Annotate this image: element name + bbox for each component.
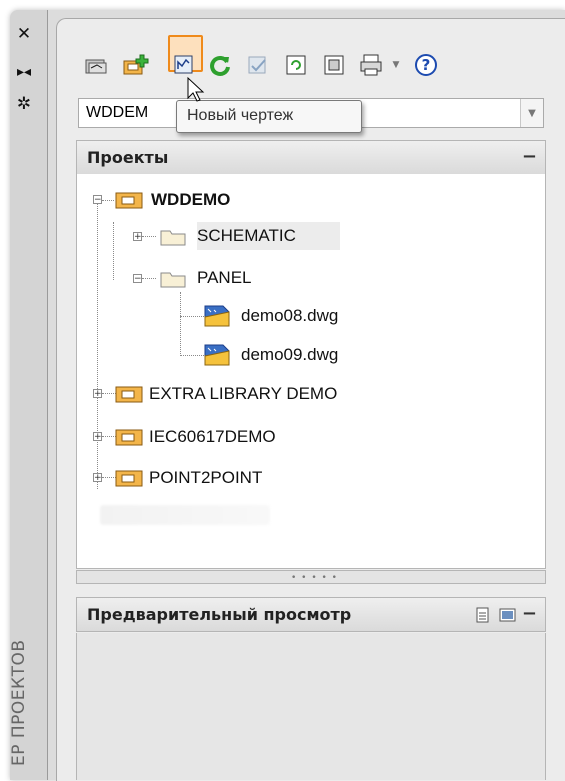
tree-node-folder[interactable]: PANEL	[159, 265, 252, 291]
project-icon	[115, 386, 143, 403]
drawing-file-icon	[204, 344, 230, 366]
drawing-list-report-icon	[324, 55, 344, 75]
expand-toggle[interactable]: +	[93, 389, 102, 399]
tree-connector	[180, 355, 204, 356]
tree-connector	[142, 278, 156, 279]
projects-panel-header[interactable]: Проекты −	[76, 140, 546, 175]
collapse-toggle[interactable]: −	[133, 274, 142, 284]
folder-icon	[160, 272, 186, 288]
tree-connector	[102, 393, 116, 394]
project-icon	[115, 470, 143, 487]
help-icon: ?	[415, 54, 437, 76]
update-button[interactable]	[244, 50, 272, 80]
tree-node-label: SCHEMATIC	[197, 226, 296, 245]
tree-connector	[180, 316, 204, 317]
open-project-icon	[85, 59, 107, 74]
drawing-file-icon	[204, 305, 230, 327]
refresh-button[interactable]	[206, 50, 234, 80]
folder-icon	[160, 230, 186, 246]
open-project-button[interactable]	[82, 50, 110, 80]
tree-node-label: demo09.dwg	[241, 345, 339, 364]
projects-collapse-button[interactable]: −	[522, 146, 537, 167]
tree-node-project[interactable]: IEC60617DEMO	[115, 424, 276, 450]
details-view-icon[interactable]	[475, 607, 491, 623]
expand-toggle[interactable]: +	[93, 473, 102, 483]
properties-icon[interactable]: ✲	[15, 96, 33, 113]
tree-connector	[97, 199, 98, 489]
tree-connector	[102, 200, 114, 201]
new-project-icon	[123, 54, 149, 75]
refresh-icon	[210, 56, 230, 76]
cursor-icon	[187, 76, 205, 102]
close-icon[interactable]: ✕	[15, 26, 33, 43]
tree-connector	[102, 477, 116, 478]
tree-connector	[142, 236, 156, 237]
project-selector-value: WDDEM	[86, 104, 149, 121]
preview-collapse-button[interactable]: −	[522, 603, 537, 624]
chevron-down-icon[interactable]: ▼	[520, 99, 543, 127]
tree-node-label: demo08.dwg	[241, 306, 339, 325]
drag-ghost	[100, 505, 270, 525]
tree-connector	[113, 222, 114, 280]
auto-hide-icon[interactable]: ▸◂	[15, 64, 33, 81]
project-icon	[115, 429, 143, 446]
update-icon	[248, 56, 266, 74]
tree-node-folder[interactable]: SCHEMATIC	[159, 223, 296, 249]
preview-panel-header[interactable]: Предварительный просмотр −	[76, 597, 546, 632]
tooltip-text: Новый чертеж	[187, 107, 294, 124]
tooltip: Новый чертеж	[176, 100, 362, 133]
plot-button[interactable]	[358, 50, 386, 80]
tree-connector	[102, 436, 116, 437]
preview-panel-title: Предварительный просмотр	[87, 605, 352, 624]
tree-node-label: PANEL	[197, 268, 252, 287]
preview-area	[76, 633, 546, 780]
tree-connector	[180, 292, 181, 356]
new-drawing-icon	[174, 55, 193, 74]
collapse-toggle[interactable]: −	[93, 195, 102, 205]
project-icon	[115, 192, 143, 209]
tree-node-label: EXTRA LIBRARY DEMO	[149, 384, 338, 403]
tree-node-drawing[interactable]: demo08.dwg	[203, 303, 338, 329]
tree-node-label: WDDEMO	[151, 190, 231, 209]
new-project-button[interactable]	[122, 50, 150, 80]
help-button[interactable]: ?	[412, 50, 440, 80]
tree-node-project[interactable]: EXTRA LIBRARY DEMO	[115, 381, 337, 407]
palette-title: ЕР ПРОЕКТОВ	[9, 639, 29, 766]
plot-icon	[360, 54, 382, 76]
thumbnail-view-icon[interactable]	[499, 607, 517, 623]
drawing-list-report-button[interactable]	[320, 50, 348, 80]
expand-toggle[interactable]: +	[93, 432, 102, 442]
tree-node-label: POINT2POINT	[149, 468, 263, 487]
project-properties-icon	[286, 55, 306, 75]
expand-toggle[interactable]: +	[133, 232, 142, 242]
project-properties-button[interactable]	[282, 50, 310, 80]
plot-dropdown-arrow[interactable]: ▼	[388, 50, 404, 80]
tree-node-drawing[interactable]: demo09.dwg	[203, 342, 338, 368]
tree-node-project[interactable]: POINT2POINT	[115, 465, 262, 491]
tree-node-label: IEC60617DEMO	[149, 427, 276, 446]
tree-node-project[interactable]: WDDEMO	[115, 187, 230, 213]
splitter-grip-icon[interactable]: • • • • •	[291, 573, 338, 583]
projects-panel-title: Проекты	[87, 148, 169, 167]
